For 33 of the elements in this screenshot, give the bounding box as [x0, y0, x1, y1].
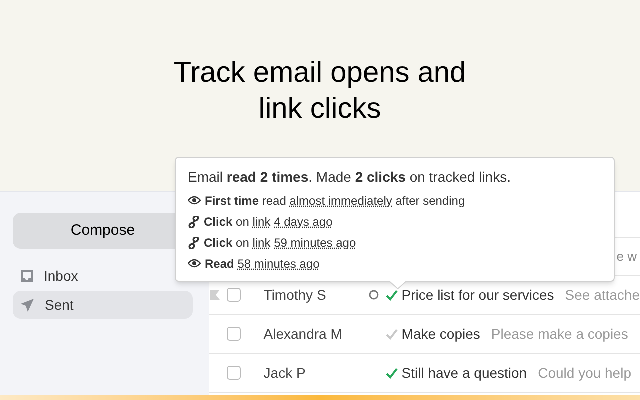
- message-preview: e w: [616, 248, 637, 266]
- tracking-event: Click on link 4 days ago: [204, 214, 333, 230]
- sender-name: Alexandra M: [264, 324, 344, 344]
- tracking-event: Read 58 minutes ago: [205, 256, 320, 272]
- checkbox[interactable]: [226, 366, 241, 380]
- sender-name: Timothy S: [264, 286, 328, 305]
- checkbox[interactable]: [226, 327, 241, 341]
- sender-name: Jack P: [264, 364, 307, 382]
- sidebar-item[interactable]: Inbox: [13, 262, 193, 290]
- message-subject: Make copies: [402, 324, 480, 344]
- time-link[interactable]: link: [252, 236, 271, 250]
- eye-icon: [188, 196, 201, 205]
- send-icon: [20, 298, 35, 312]
- message-subject: Price list for our services: [402, 286, 554, 304]
- hero-title: Track email opens and link clicks: [172, 56, 468, 126]
- time-link[interactable]: 59 minutes ago: [274, 236, 356, 250]
- eye-icon: [188, 259, 201, 268]
- time-link[interactable]: 58 minutes ago: [238, 256, 320, 270]
- link-icon: [188, 216, 200, 228]
- message-subject: Still have a question: [402, 364, 528, 383]
- sidebar-item[interactable]: Sent: [13, 291, 193, 319]
- message-preview: Please make a copies: [491, 324, 628, 344]
- time-link[interactable]: link: [252, 214, 271, 228]
- time-link[interactable]: 4 days ago: [274, 214, 333, 228]
- link-icon: [188, 236, 200, 248]
- time-link[interactable]: almost immediately: [290, 194, 392, 208]
- tracking-event: First time read almost immediately after sending: [205, 192, 466, 210]
- message-preview: See attache: [565, 286, 640, 304]
- tracking-event: Click on link 59 minutes ago: [204, 234, 356, 252]
- checkbox[interactable]: [226, 288, 241, 302]
- inbox-icon: [20, 269, 34, 283]
- message-preview: Could you help: [538, 364, 632, 383]
- tracking-summary: Email read 2 times. Made 2 clicks on tracked links.: [188, 168, 512, 186]
